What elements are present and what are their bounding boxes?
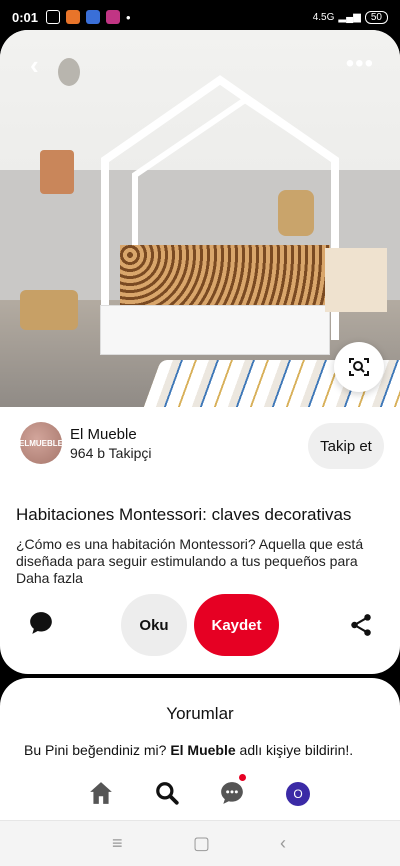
save-button[interactable]: Kaydet <box>194 594 279 656</box>
follower-count: 964 b Takipçi <box>70 444 152 461</box>
follow-button[interactable]: Takip et <box>308 423 384 469</box>
more-link[interactable]: Daha fazla <box>16 570 83 586</box>
home-icon[interactable] <box>88 780 114 811</box>
app-icon <box>86 10 101 24</box>
battery-icon: 50 <box>364 10 388 24</box>
search-icon[interactable] <box>154 780 180 811</box>
visual-search-icon <box>349 358 369 376</box>
hot-air-balloon-decor <box>58 58 80 86</box>
back-button[interactable]: ‹ <box>30 50 39 81</box>
network-label: 4.5G <box>312 11 335 23</box>
comments-prompt-prefix: Bu Pini beğendiniz mi? <box>24 742 171 758</box>
mattress <box>120 245 330 305</box>
comments-prompt-author[interactable]: El Mueble <box>170 742 235 758</box>
more-options-button[interactable]: ••• <box>346 50 374 78</box>
comments-title: Yorumlar <box>166 704 234 723</box>
wall-cabinet <box>40 150 74 194</box>
status-time: 0:01 <box>12 9 39 25</box>
notification-dot <box>239 774 246 781</box>
author-profile[interactable]: ELMUEBLE El Mueble 964 b Takipçi <box>19 422 152 464</box>
toy-stroller <box>20 290 78 330</box>
visual-search-button[interactable] <box>334 342 384 392</box>
pin-description: ¿Cómo es una habitación Montessori? Aque… <box>16 536 364 569</box>
status-bar: 0:01 • 4.5G ▂▄▆ 50 <box>0 0 400 34</box>
signal-icon: ▂▄▆ <box>338 11 361 23</box>
app-icon <box>66 10 81 24</box>
pin-card: ‹ ••• ELMUEBLE El Mueble 964 b Takipçi T… <box>0 30 400 674</box>
pin-title: Habitaciones Montessori: claves decorati… <box>16 505 352 524</box>
author-name[interactable]: El Mueble <box>70 426 151 443</box>
system-nav: ≡ ▢ ‹ <box>0 820 400 866</box>
messages-icon[interactable] <box>219 780 245 811</box>
read-button[interactable]: Oku <box>121 594 187 656</box>
home-button-icon[interactable]: ▢ <box>193 833 210 854</box>
pin-image[interactable]: ‹ ••• <box>0 30 400 407</box>
recent-apps-icon[interactable]: ≡ <box>112 833 123 854</box>
bed-base <box>100 305 330 355</box>
action-bar: Oku Kaydet <box>0 594 400 656</box>
bottom-nav: O <box>0 768 400 820</box>
comments-prompt-suffix: adlı kişiye bildirin!. <box>235 742 354 758</box>
profile-icon[interactable]: O <box>286 782 310 806</box>
instagram-icon <box>106 10 121 24</box>
share-icon[interactable] <box>348 612 374 643</box>
dot-icon: • <box>126 9 131 25</box>
dollhouse <box>325 248 387 312</box>
mute-icon <box>46 10 61 24</box>
back-nav-icon[interactable]: ‹ <box>280 833 286 854</box>
avatar[interactable]: ELMUEBLE <box>19 422 63 464</box>
comments-prompt: Bu Pini beğendiniz mi? El Mueble adlı ki… <box>24 742 353 758</box>
comment-icon[interactable] <box>28 610 54 641</box>
